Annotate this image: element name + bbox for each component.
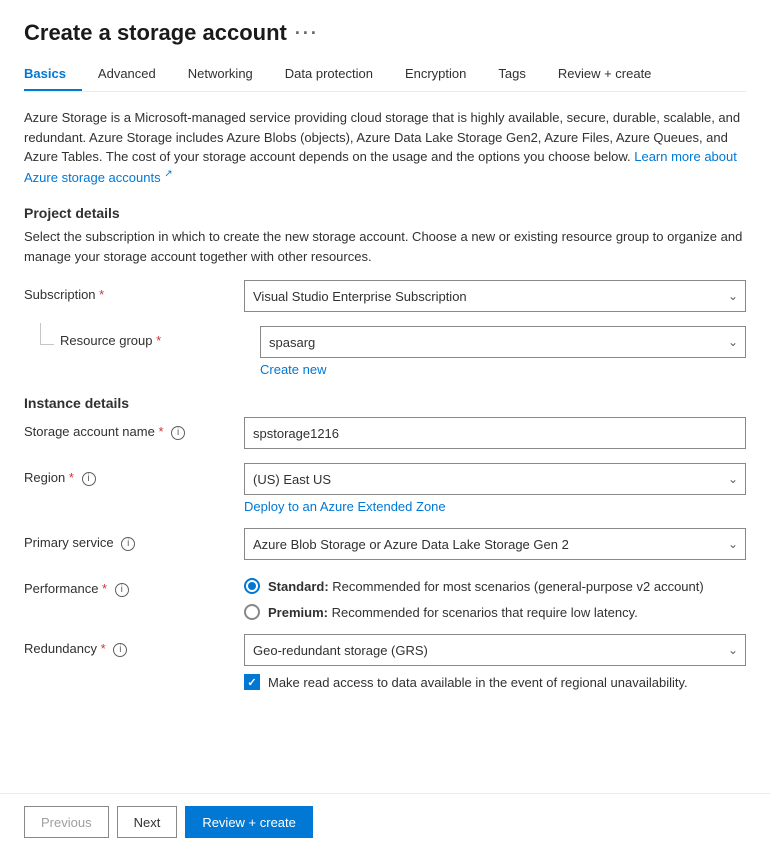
main-content: Create a storage account ··· Basics Adva… xyxy=(0,0,770,793)
redundancy-control: Geo-redundant storage (GRS) ⌄ ✓ Make rea… xyxy=(244,634,746,690)
previous-button[interactable]: Previous xyxy=(24,806,109,838)
redundancy-label: Redundancy * i xyxy=(24,634,244,657)
storage-account-name-input[interactable] xyxy=(244,417,746,449)
primary-service-control: Azure Blob Storage or Azure Data Lake St… xyxy=(244,528,746,560)
redundancy-info-icon[interactable]: i xyxy=(113,643,127,657)
review-create-button[interactable]: Review + create xyxy=(185,806,313,838)
storage-account-name-control xyxy=(244,417,746,449)
redundancy-select-wrapper: Geo-redundant storage (GRS) ⌄ xyxy=(244,634,746,666)
tab-advanced[interactable]: Advanced xyxy=(82,58,172,91)
tab-encryption[interactable]: Encryption xyxy=(389,58,482,91)
page-title-text: Create a storage account xyxy=(24,20,287,46)
primary-service-row: Primary service i Azure Blob Storage or … xyxy=(24,528,746,560)
storage-account-name-row: Storage account name * i xyxy=(24,417,746,449)
subscription-select-wrapper: Visual Studio Enterprise Subscription ⌄ xyxy=(244,280,746,312)
instance-details-title: Instance details xyxy=(24,395,746,411)
performance-row: Performance * i Standard: Recommended fo… xyxy=(24,574,746,620)
subscription-row: Subscription * Visual Studio Enterprise … xyxy=(24,280,746,312)
performance-radio-group: Standard: Recommended for most scenarios… xyxy=(244,574,746,620)
performance-info-icon[interactable]: i xyxy=(115,583,129,597)
resource-group-label-wrapper: Resource group * xyxy=(40,326,260,348)
primary-service-label: Primary service i xyxy=(24,528,244,551)
performance-control: Standard: Recommended for most scenarios… xyxy=(244,574,746,620)
subscription-select[interactable]: Visual Studio Enterprise Subscription xyxy=(244,280,746,312)
redundancy-checkbox-row: ✓ Make read access to data available in … xyxy=(244,674,746,690)
storage-name-info-icon[interactable]: i xyxy=(171,426,185,440)
subscription-control: Visual Studio Enterprise Subscription ⌄ xyxy=(244,280,746,312)
region-info-icon[interactable]: i xyxy=(82,472,96,486)
performance-standard-dot xyxy=(248,582,256,590)
page-container: Create a storage account ··· Basics Adva… xyxy=(0,0,770,850)
project-details-title: Project details xyxy=(24,205,746,221)
tab-networking[interactable]: Networking xyxy=(172,58,269,91)
resource-group-select-wrapper: spasarg ⌄ xyxy=(260,326,746,358)
checkmark-icon: ✓ xyxy=(247,676,256,689)
performance-standard-radio[interactable] xyxy=(244,578,260,594)
region-label: Region * i xyxy=(24,463,244,486)
page-description: Azure Storage is a Microsoft-managed ser… xyxy=(24,108,746,187)
tab-data-protection[interactable]: Data protection xyxy=(269,58,389,91)
performance-premium-option[interactable]: Premium: Recommended for scenarios that … xyxy=(244,604,746,620)
resource-group-row: Resource group * spasarg ⌄ Create new xyxy=(40,326,746,377)
primary-service-select[interactable]: Azure Blob Storage or Azure Data Lake St… xyxy=(244,528,746,560)
redundancy-checkbox[interactable]: ✓ xyxy=(244,674,260,690)
region-control: (US) East US ⌄ Deploy to an Azure Extend… xyxy=(244,463,746,514)
tab-review-create[interactable]: Review + create xyxy=(542,58,668,91)
resource-group-label: Resource group * xyxy=(60,333,161,348)
external-link-icon: ↗ xyxy=(164,169,172,180)
performance-premium-radio[interactable] xyxy=(244,604,260,620)
indent-connector xyxy=(40,323,54,345)
subscription-label: Subscription * xyxy=(24,280,244,302)
storage-account-name-label: Storage account name * i xyxy=(24,417,244,440)
primary-service-info-icon[interactable]: i xyxy=(121,537,135,551)
page-title-dots: ··· xyxy=(295,23,319,44)
resource-group-control: spasarg ⌄ Create new xyxy=(260,326,746,377)
deploy-link[interactable]: Deploy to an Azure Extended Zone xyxy=(244,499,746,514)
region-select[interactable]: (US) East US xyxy=(244,463,746,495)
page-title: Create a storage account ··· xyxy=(24,20,746,46)
performance-standard-label: Standard: Recommended for most scenarios… xyxy=(268,579,704,594)
redundancy-row: Redundancy * i Geo-redundant storage (GR… xyxy=(24,634,746,690)
project-details-description: Select the subscription in which to crea… xyxy=(24,227,746,266)
tab-tags[interactable]: Tags xyxy=(482,58,541,91)
performance-label: Performance * i xyxy=(24,574,244,597)
redundancy-checkbox-label: Make read access to data available in th… xyxy=(268,675,688,690)
performance-premium-label: Premium: Recommended for scenarios that … xyxy=(268,605,638,620)
tab-basics[interactable]: Basics xyxy=(24,58,82,91)
next-button[interactable]: Next xyxy=(117,806,178,838)
region-row: Region * i (US) East US ⌄ Deploy to an A… xyxy=(24,463,746,514)
subscription-required: * xyxy=(99,287,104,302)
redundancy-select[interactable]: Geo-redundant storage (GRS) xyxy=(244,634,746,666)
performance-standard-option[interactable]: Standard: Recommended for most scenarios… xyxy=(244,578,746,594)
resource-group-select[interactable]: spasarg xyxy=(260,326,746,358)
primary-service-select-wrapper: Azure Blob Storage or Azure Data Lake St… xyxy=(244,528,746,560)
create-new-link[interactable]: Create new xyxy=(260,362,746,377)
footer: Previous Next Review + create xyxy=(0,793,770,850)
region-select-wrapper: (US) East US ⌄ xyxy=(244,463,746,495)
tab-bar: Basics Advanced Networking Data protecti… xyxy=(24,58,746,92)
